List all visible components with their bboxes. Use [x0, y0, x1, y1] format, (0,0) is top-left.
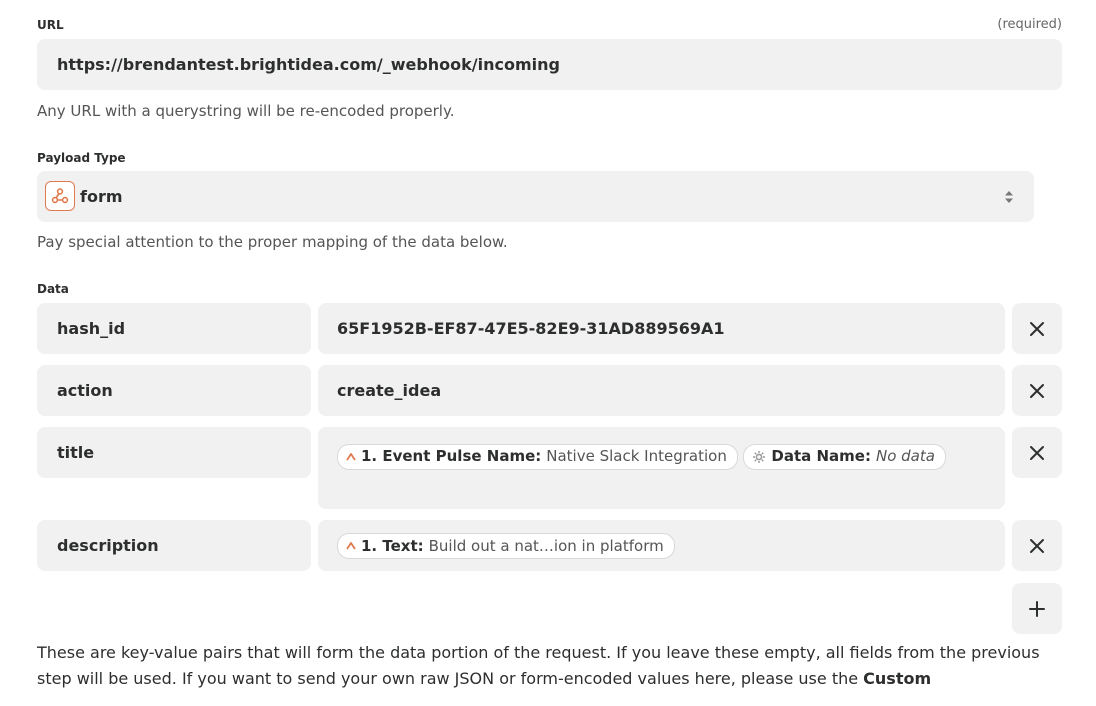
plus-icon — [1029, 600, 1045, 617]
data-key-input[interactable]: action — [37, 365, 311, 416]
required-indicator: (required) — [997, 17, 1062, 32]
data-key-input[interactable]: hash_id — [37, 303, 311, 354]
url-label: URL — [37, 18, 64, 32]
url-help-text: Any URL with a querystring will be re-en… — [37, 102, 455, 120]
webhook-app-icon — [45, 181, 75, 211]
payload-type-select[interactable]: form — [37, 171, 1034, 222]
trigger-app-icon — [346, 541, 356, 549]
data-value-input[interactable]: 1. Text: Build out a nat…ion in platform — [318, 520, 1005, 571]
data-label: Data — [37, 282, 69, 296]
pill-value: No data — [875, 447, 935, 465]
payload-type-value: form — [80, 187, 123, 206]
add-row-button[interactable] — [1012, 583, 1062, 634]
close-icon — [1030, 538, 1044, 553]
data-help-text: These are key-value pairs that will form… — [37, 640, 1067, 692]
url-input[interactable]: https://brendantest.brightidea.com/_webh… — [37, 39, 1062, 90]
remove-row-button[interactable] — [1012, 427, 1062, 478]
remove-row-button[interactable] — [1012, 365, 1062, 416]
data-help-bold: Custom — [863, 669, 932, 688]
data-value-input[interactable]: 1. Event Pulse Name: Native Slack Integr… — [318, 427, 1005, 509]
pill-label: Data Name: — [771, 447, 871, 465]
field-mapping-pill[interactable]: 1. Text: Build out a nat…ion in platform — [337, 532, 675, 559]
data-key-input[interactable]: description — [37, 520, 311, 571]
remove-row-button[interactable] — [1012, 520, 1062, 571]
close-icon — [1030, 383, 1044, 398]
payload-type-help-text: Pay special attention to the proper mapp… — [37, 233, 508, 251]
data-key-input[interactable]: title — [37, 427, 311, 478]
pill-label: 1. Event Pulse Name: — [361, 447, 542, 465]
field-mapping-pill[interactable]: 1. Event Pulse Name: Native Slack Integr… — [337, 443, 738, 470]
close-icon — [1030, 321, 1044, 336]
data-value-input[interactable]: 65F1952B-EF87-47E5-82E9-31AD889569A1 — [318, 303, 1005, 354]
close-icon — [1030, 445, 1044, 460]
payload-type-label: Payload Type — [37, 151, 126, 165]
remove-row-button[interactable] — [1012, 303, 1062, 354]
pill-label: 1. Text: — [361, 536, 424, 555]
pill-value: Native Slack Integration — [546, 447, 727, 465]
gear-icon — [753, 450, 766, 463]
data-value-input[interactable]: create_idea — [318, 365, 1005, 416]
select-arrows-icon — [1005, 191, 1013, 203]
pill-value: Build out a nat…ion in platform — [428, 536, 664, 555]
field-mapping-pill[interactable]: Data Name: No data — [743, 443, 946, 470]
trigger-app-icon — [346, 452, 356, 460]
